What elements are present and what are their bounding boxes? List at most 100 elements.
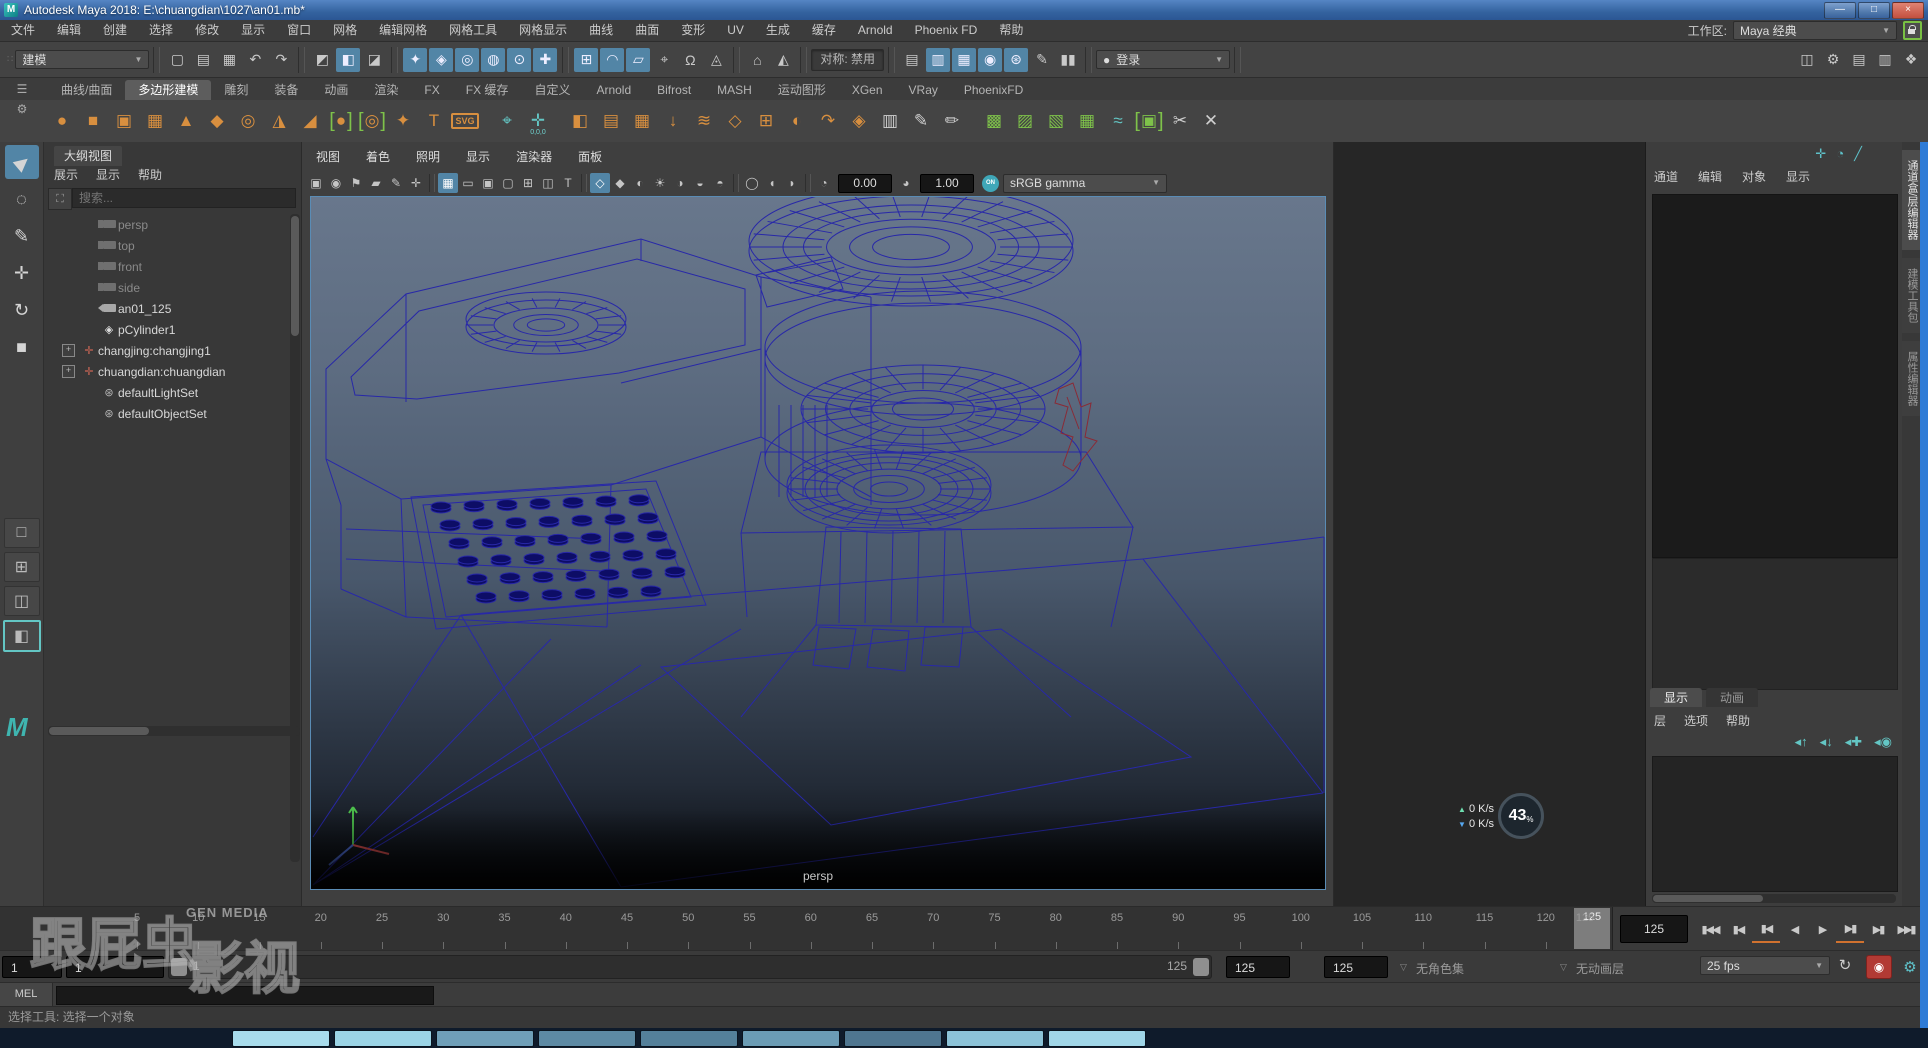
layer-menu-选项[interactable]: 选项 [1684, 712, 1708, 729]
layout-outliner-persp[interactable]: ◧ [3, 620, 41, 652]
snap-point-icon[interactable]: ⌖ [652, 48, 676, 72]
shelf-tab-FX[interactable]: FX [411, 80, 452, 100]
isolate-select-icon[interactable]: ◯ [742, 173, 762, 193]
poly-sphere-icon[interactable]: ● [48, 106, 76, 136]
paint-select-tool[interactable]: ✎ [5, 219, 39, 253]
camera-attributes-icon[interactable]: ⚑ [346, 173, 366, 193]
snap-curve-icon[interactable]: ◠ [600, 48, 624, 72]
menu-编辑[interactable]: 编辑 [46, 20, 92, 41]
time-slider-track[interactable]: 125 510152025303540455055606570758085909… [0, 907, 1613, 951]
reduce-icon[interactable]: ◈ [845, 106, 873, 136]
menu-编辑网格[interactable]: 编辑网格 [368, 20, 438, 41]
poly-cube-icon[interactable]: ■ [79, 106, 107, 136]
outliner-item-an01_125[interactable]: an01_125 [44, 298, 288, 319]
redo-icon[interactable]: ↷ [269, 48, 293, 72]
symmetry-field[interactable]: 对称: 禁用 [811, 49, 884, 71]
xray-icon[interactable]: ◖ [762, 173, 782, 193]
speed-state-icon[interactable]: ◔ [1836, 146, 1844, 162]
layout-two-pane[interactable]: ◫ [4, 586, 40, 616]
outliner-item-front[interactable]: front [44, 256, 288, 277]
minimize-button[interactable]: — [1824, 2, 1856, 19]
outliner-item-defaultLightSet[interactable]: ⊛defaultLightSet [44, 382, 288, 403]
login-selector[interactable]: ●登录▼ [1096, 50, 1230, 69]
layer-menu-层[interactable]: 层 [1654, 712, 1666, 729]
safe-title-icon[interactable]: T [558, 173, 578, 193]
crease-tool-icon[interactable]: ✎ [907, 106, 935, 136]
taskbar-window-button[interactable] [334, 1030, 432, 1047]
command-language-button[interactable]: MEL [0, 983, 53, 1006]
extract-icon[interactable]: ↓ [659, 106, 687, 136]
shelf-tab-PhoenixFD[interactable]: PhoenixFD [951, 80, 1036, 100]
poly-prism-icon[interactable]: ◮ [265, 106, 293, 136]
maximize-button[interactable]: □ [1858, 2, 1890, 19]
outliner-item-top[interactable]: top [44, 235, 288, 256]
menu-网格[interactable]: 网格 [322, 20, 368, 41]
outliner-menu-展示[interactable]: 展示 [54, 166, 78, 183]
viewport-menu-着色[interactable]: 着色 [366, 148, 390, 165]
side-tab-建模工具包[interactable]: 建模工具包 [1902, 258, 1922, 333]
menu-变形[interactable]: 变形 [670, 20, 716, 41]
range-start-handle[interactable] [171, 958, 187, 976]
current-frame-field[interactable]: 125 [1620, 915, 1688, 943]
mirror-icon[interactable]: ◐ [783, 106, 811, 136]
channel-menu-对象[interactable]: 对象 [1742, 168, 1766, 185]
manip-channels-icon[interactable]: ✛ [1815, 146, 1826, 162]
select-hierarchy-icon[interactable]: ◩ [310, 48, 334, 72]
menu-set-selector[interactable]: 建模▼ [15, 50, 149, 69]
animation-end-field[interactable]: 125 [1324, 956, 1388, 978]
shelf-tab-FX 缓存[interactable]: FX 缓存 [453, 80, 522, 100]
motion-blur-icon[interactable]: ◓ [710, 173, 730, 193]
character-set-selector[interactable]: 无角色集 [1416, 960, 1464, 977]
attribute-editor-icon[interactable]: ▤ [1847, 48, 1871, 72]
layer-list[interactable] [1652, 756, 1898, 892]
menu-网格显示[interactable]: 网格显示 [508, 20, 578, 41]
side-tab-属性编辑器[interactable]: 属性编辑器 [1902, 341, 1922, 416]
lasso-tool[interactable]: ◌ [5, 182, 39, 216]
uv-spherical-icon[interactable]: ▦ [1073, 106, 1101, 136]
poly-cube2-icon[interactable]: ▣ [110, 106, 138, 136]
snap-grid-icon[interactable]: ⊞ [574, 48, 598, 72]
play-backwards-button[interactable]: ◀ [1780, 916, 1808, 942]
playback-end-field[interactable]: 125 [1226, 956, 1290, 978]
taskbar-window-button[interactable] [436, 1030, 534, 1047]
outliner-item-persp[interactable]: persp [44, 214, 288, 235]
super-shape-icon[interactable]: ✦ [389, 106, 417, 136]
outliner-item-changjing:changjing1[interactable]: +✛changjing:changjing1 [44, 340, 288, 361]
fill-hole-icon[interactable]: ▦ [628, 106, 656, 136]
safe-action-icon[interactable]: ◫ [538, 173, 558, 193]
color-management-selector[interactable]: sRGB gamma▼ [1003, 174, 1167, 193]
menu-显示[interactable]: 显示 [230, 20, 276, 41]
select-camera-icon[interactable]: ▣ [306, 173, 326, 193]
contrast-icon[interactable]: ◕ [896, 173, 916, 193]
taskbar-window-button[interactable] [742, 1030, 840, 1047]
ik-handle-icon[interactable]: ✛0,0,0 [524, 106, 552, 136]
smooth-torus-icon[interactable]: ◎ [358, 106, 386, 136]
menu-选择[interactable]: 选择 [138, 20, 184, 41]
taskbar-window-button[interactable] [844, 1030, 942, 1047]
shelf-tab-Bifrost[interactable]: Bifrost [644, 80, 704, 100]
all-lights-icon[interactable]: ☀ [650, 173, 670, 193]
shelf-tab-VRay[interactable]: VRay [896, 80, 951, 100]
menu-缓存[interactable]: 缓存 [801, 20, 847, 41]
channel-box-icon[interactable]: ❖ [1899, 48, 1923, 72]
target-weld-icon[interactable]: ✕ [1197, 106, 1225, 136]
move-tool[interactable]: ✛ [5, 256, 39, 290]
animation-start-field[interactable]: 1 [2, 956, 62, 978]
outliner-item-pCylinder1[interactable]: ◈pCylinder1 [44, 319, 288, 340]
chevron-down-icon[interactable]: ▽ [1560, 962, 1567, 973]
outliner-menu-帮助[interactable]: 帮助 [138, 166, 162, 183]
viewport-canvas[interactable]: persp [310, 196, 1326, 890]
animation-preferences-button[interactable]: ⚙ [1898, 955, 1922, 979]
select-object-icon[interactable]: ◧ [336, 48, 360, 72]
side-tab-通道盒/层编辑器[interactable]: 通道盒/层编辑器 [1902, 150, 1922, 250]
paint-effects-icon[interactable]: ✎ [1030, 48, 1054, 72]
uv-auto-icon[interactable]: ▩ [980, 106, 1008, 136]
viewport-menu-显示[interactable]: 显示 [466, 148, 490, 165]
viewport-menu-照明[interactable]: 照明 [416, 148, 440, 165]
color-management-on-icon[interactable]: ON [982, 175, 999, 192]
move-layer-down-icon[interactable]: ◂↓ [1820, 734, 1833, 750]
menu-Phoenix FD[interactable]: Phoenix FD [904, 20, 989, 41]
menu-网格工具[interactable]: 网格工具 [438, 20, 508, 41]
smooth-sphere-icon[interactable]: ● [327, 106, 355, 136]
layout-four-pane[interactable]: ⊞ [4, 552, 40, 582]
